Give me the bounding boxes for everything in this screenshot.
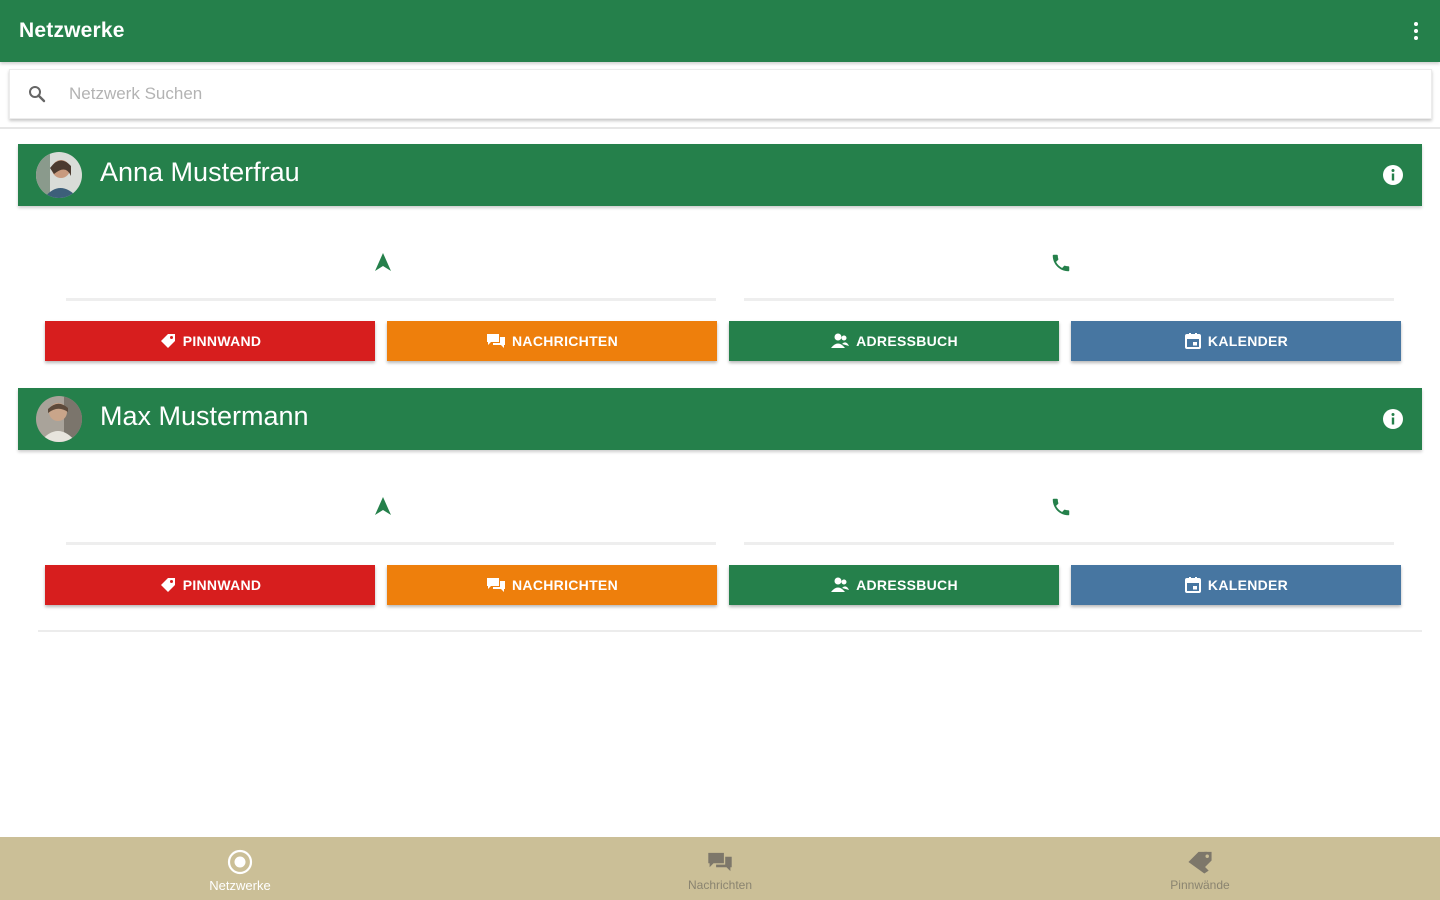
- tag-icon: [159, 576, 177, 594]
- divider: [0, 127, 1440, 129]
- calendar-icon: [1184, 576, 1202, 594]
- nachrichten-label: NACHRICHTEN: [512, 333, 618, 349]
- chat-icon: [486, 576, 506, 594]
- divider: [66, 298, 716, 301]
- contacts-icon: [830, 332, 850, 350]
- divider: [744, 542, 1394, 545]
- tag-icon: [1187, 849, 1213, 875]
- divider: [38, 630, 1422, 632]
- nav-label: Nachrichten: [687, 878, 753, 892]
- calendar-icon: [1184, 332, 1202, 350]
- contacts-icon: [830, 576, 850, 594]
- nav-item-netzwerke[interactable]: Netzwerke: [0, 837, 480, 900]
- phone-icon[interactable]: [1050, 496, 1072, 526]
- app-title: Netzwerke: [19, 19, 125, 42]
- kalender-button[interactable]: KALENDER: [1071, 321, 1401, 361]
- nav-item-nachrichten[interactable]: Nachrichten: [480, 837, 960, 900]
- search-input[interactable]: [69, 79, 1369, 109]
- divider: [66, 542, 716, 545]
- adressbuch-label: ADRESSBUCH: [856, 333, 958, 349]
- search-bar: [9, 69, 1432, 119]
- chat-icon: [707, 849, 733, 875]
- pinnwand-label: PINNWAND: [182, 577, 262, 593]
- adressbuch-button[interactable]: ADRESSBUCH: [729, 565, 1059, 605]
- avatar: [36, 396, 82, 442]
- nav-item-pinnwaende[interactable]: Pinnwände: [960, 837, 1440, 900]
- avatar: [36, 152, 82, 198]
- tag-icon: [159, 332, 177, 350]
- nav-label: Pinnwände: [1170, 878, 1230, 892]
- navigation-arrow-icon[interactable]: [374, 496, 392, 526]
- nav-label: Netzwerke: [209, 877, 271, 893]
- network-header[interactable]: Anna Musterfrau: [18, 144, 1422, 206]
- navigation-arrow-icon[interactable]: [374, 252, 392, 282]
- chat-icon: [486, 332, 506, 350]
- network-name: Max Mustermann: [100, 401, 309, 431]
- radio-target-icon: [227, 849, 253, 875]
- bottom-navigation: Netzwerke Nachrichten Pinnwände: [0, 837, 1440, 900]
- phone-icon[interactable]: [1050, 252, 1072, 282]
- app-bar: Netzwerke: [0, 0, 1440, 62]
- pinnwand-button[interactable]: PINNWAND: [45, 565, 375, 605]
- nachrichten-button[interactable]: NACHRICHTEN: [387, 321, 717, 361]
- info-icon[interactable]: [1382, 164, 1404, 186]
- kalender-label: KALENDER: [1207, 333, 1289, 349]
- more-vert-icon[interactable]: [1410, 19, 1422, 43]
- pinnwand-label: PINNWAND: [182, 333, 262, 349]
- kalender-label: KALENDER: [1207, 577, 1289, 593]
- nachrichten-label: NACHRICHTEN: [512, 577, 618, 593]
- search-icon: [28, 84, 48, 104]
- pinnwand-button[interactable]: PINNWAND: [45, 321, 375, 361]
- kalender-button[interactable]: KALENDER: [1071, 565, 1401, 605]
- network-name: Anna Musterfrau: [100, 157, 300, 187]
- adressbuch-button[interactable]: ADRESSBUCH: [729, 321, 1059, 361]
- divider: [744, 298, 1394, 301]
- nachrichten-button[interactable]: NACHRICHTEN: [387, 565, 717, 605]
- adressbuch-label: ADRESSBUCH: [856, 577, 958, 593]
- info-icon[interactable]: [1382, 408, 1404, 430]
- network-header[interactable]: Max Mustermann: [18, 388, 1422, 450]
